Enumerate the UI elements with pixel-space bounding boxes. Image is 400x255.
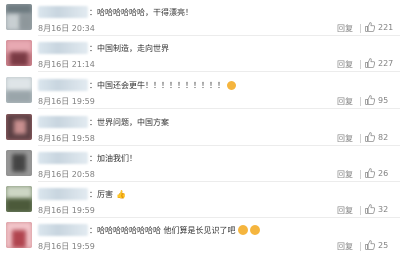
thumbs-up-icon [365,168,375,178]
like-button[interactable]: 82 [365,132,388,142]
avatar[interactable] [6,186,32,212]
avatar[interactable] [6,150,32,176]
username-blurred[interactable] [38,42,88,54]
username-blurred[interactable] [38,188,88,200]
row-divider [38,145,400,146]
thumbs-up-icon [365,240,375,250]
thumbs-up-icon [365,132,375,142]
avatar[interactable] [6,40,32,66]
username-blurred[interactable] [38,6,88,18]
like-count: 25 [378,240,389,250]
avatar[interactable] [6,4,32,30]
comment-line: ：哈哈哈哈哈哈，干得漂亮！ [38,4,193,20]
comment-timestamp: 8月16日 20:58 [38,170,95,179]
row-divider [38,35,400,36]
action-separator [360,206,361,215]
laugh-cry-emoji-icon [237,225,248,235]
thumbs-up-icon [365,58,375,68]
like-count: 227 [378,58,394,68]
like-button[interactable]: 227 [365,58,393,68]
comment-line: ：加油我们！ [38,150,137,166]
comment-list: ：哈哈哈哈哈哈，干得漂亮！ 8月16日 20:34 回复 221 ：中国制造，走向世界 8… [0,0,400,255]
action-separator [360,242,361,251]
like-button[interactable]: 221 [365,22,393,32]
comment-text: ：世界问题，中国方案 [89,117,169,127]
comment-line: ：厉害 👍 [38,186,126,202]
comment-text: ：加油我们！ [89,153,137,163]
reply-button[interactable]: 回复 [337,23,353,34]
like-count: 32 [378,204,389,214]
comment-text: ：中国制造，走向世界 [89,43,169,53]
comment-timestamp: 8月16日 19:58 [38,134,95,143]
reply-button[interactable]: 回复 [337,96,353,107]
row-divider [38,108,400,109]
username-blurred[interactable] [38,152,88,164]
reply-button[interactable]: 回复 [337,241,353,252]
comment-line: ：中国制造，走向世界 [38,40,169,56]
comment-timestamp: 8月16日 21:14 [38,60,95,69]
comment-timestamp: 8月16日 19:59 [38,206,95,215]
avatar[interactable] [6,77,32,103]
comment-text: ：哈哈哈哈哈哈，干得漂亮！ [89,7,193,17]
action-separator [360,170,361,179]
thumbs-up-icon [365,22,375,32]
comment-timestamp: 8月16日 19:59 [38,242,95,251]
like-count: 95 [378,95,389,105]
reply-button[interactable]: 回复 [337,205,353,216]
username-blurred[interactable] [38,224,88,236]
like-button[interactable]: 26 [365,168,388,178]
action-separator [360,134,361,143]
action-separator [360,60,361,69]
laugh-cry-emoji-icon [249,225,260,235]
thumbs-up-icon [365,204,375,214]
like-button[interactable]: 32 [365,204,388,214]
comment-text: ：厉害 [89,189,113,199]
like-button[interactable]: 95 [365,95,388,105]
comment-line: ：中国还会更牛！！！！！！！！！！ [38,77,236,93]
thumbs-up-emoji-icon [227,80,236,90]
avatar[interactable] [6,114,32,140]
comment-timestamp: 8月16日 20:34 [38,24,95,33]
action-separator [360,97,361,106]
like-count: 82 [378,132,389,142]
avatar[interactable] [6,222,32,248]
username-blurred[interactable] [38,79,88,91]
reply-button[interactable]: 回复 [337,169,353,180]
row-divider [38,181,400,182]
thumbs-up-icon [365,95,375,105]
reply-button[interactable]: 回复 [337,133,353,144]
username-blurred[interactable] [38,116,88,128]
comment-line: ：哈哈哈哈哈哈哈哈 他们算是长见识了吧 [38,222,260,238]
action-separator [360,24,361,33]
comment-text: ：中国还会更牛！！！！！！！！！！ [89,80,225,90]
row-divider [38,71,400,72]
like-count: 26 [378,168,389,178]
reply-button[interactable]: 回复 [337,59,353,70]
comment-timestamp: 8月16日 19:59 [38,97,95,106]
comment-item: ：哈哈哈哈哈哈哈哈 他们算是长见识了吧 8月16日 19:59 回复 25 [0,222,400,255]
row-divider [38,217,400,218]
thumbs-up-emoji-icon: 👍 [116,189,126,199]
comment-line: ：世界问题，中国方案 [38,114,169,130]
comment-text: ：哈哈哈哈哈哈哈哈 他们算是长见识了吧 [89,225,236,235]
like-count: 221 [378,22,394,32]
like-button[interactable]: 25 [365,240,388,250]
